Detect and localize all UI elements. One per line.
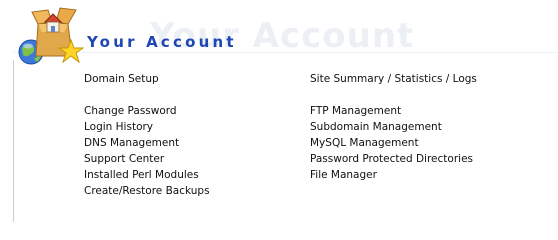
link-dns-management[interactable]: DNS Management (84, 136, 179, 150)
link-change-password[interactable]: Change Password (84, 104, 177, 118)
link-installed-perl-modules[interactable]: Installed Perl Modules (84, 168, 199, 182)
link-create-restore-backups[interactable]: Create/Restore Backups (84, 184, 210, 198)
link-password-protected-directories[interactable]: Password Protected Directories (310, 152, 473, 166)
page-title: Your Account (87, 33, 237, 51)
link-file-manager[interactable]: File Manager (310, 168, 377, 182)
account-box-globe-star-icon (14, 2, 86, 68)
left-border-rule (13, 60, 14, 222)
link-login-history[interactable]: Login History (84, 120, 153, 134)
link-domain-setup[interactable]: Domain Setup (84, 72, 159, 86)
link-mysql-management[interactable]: MySQL Management (310, 136, 419, 150)
link-ftp-management[interactable]: FTP Management (310, 104, 401, 118)
link-subdomain-management[interactable]: Subdomain Management (310, 120, 442, 134)
link-support-center[interactable]: Support Center (84, 152, 164, 166)
link-site-summary-statistics-logs[interactable]: Site Summary / Statistics / Logs (310, 72, 477, 86)
